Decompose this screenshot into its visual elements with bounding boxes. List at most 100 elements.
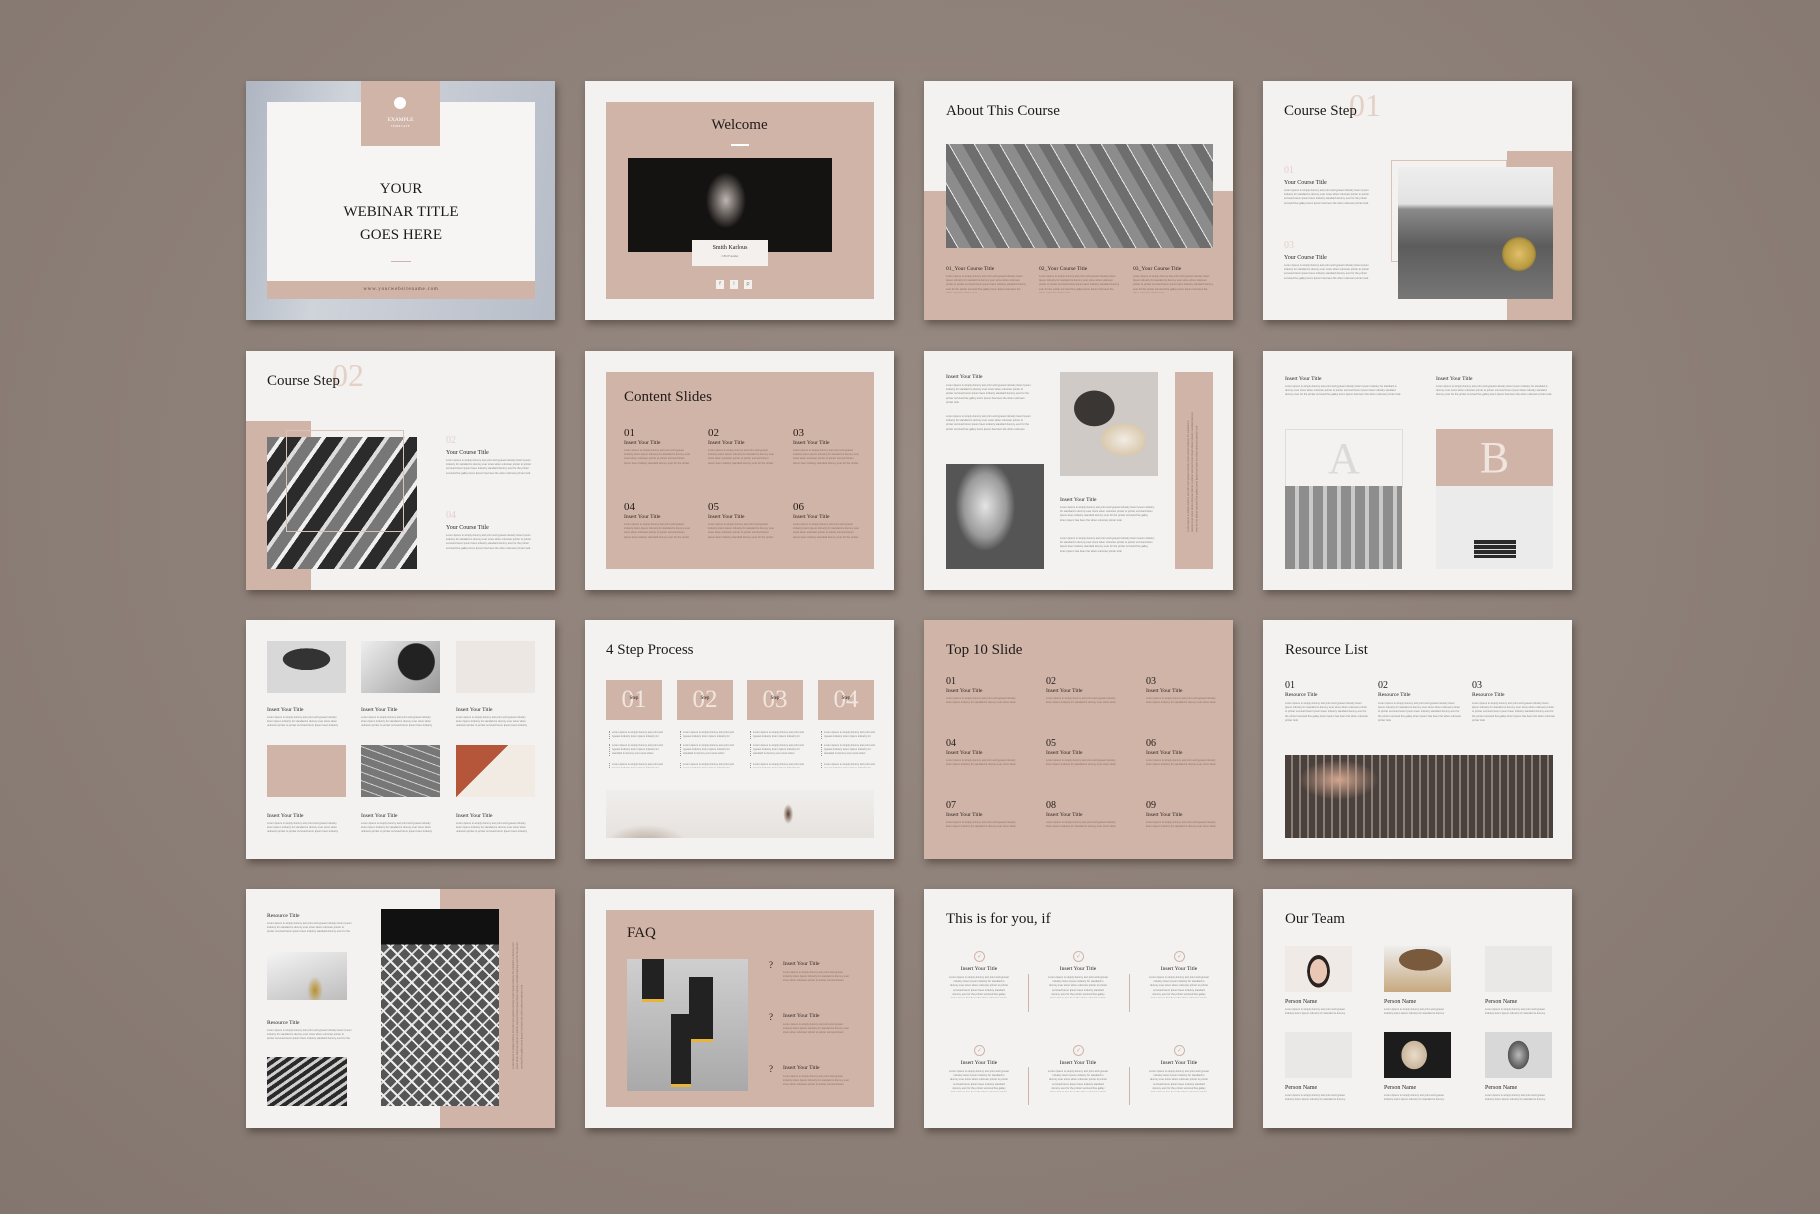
slide-about-course[interactable]: About This Course 01_Your Course Title Lo…: [924, 81, 1233, 320]
grid-item-title: Insert Your Title: [267, 707, 304, 713]
pinterest-icon[interactable]: p: [744, 280, 752, 289]
step-number: 01: [1284, 165, 1294, 176]
body-text: Lorem Ipsum is simply dummy text print a…: [793, 449, 860, 466]
check-circle-icon: ✓: [974, 1045, 985, 1056]
benefit-title: Insert Your Title: [960, 966, 998, 972]
item-title: Insert Your Title: [946, 688, 983, 694]
sea-photo: [1398, 167, 1553, 299]
bullet-item: Lorem Ipsum is simply dummy text print a…: [680, 744, 735, 756]
body-text: Lorem Ipsum is simply dummy text print a…: [446, 459, 532, 475]
item-number: 02: [708, 427, 719, 439]
curtain-photo: [1285, 486, 1402, 569]
body-text: Lorem Ipsum is simply dummy text print a…: [1146, 759, 1216, 767]
about-title: About This Course: [946, 103, 1060, 119]
slide-gallery-text[interactable]: Insert Your Title Lorem Ipsum is simply …: [924, 351, 1233, 590]
slide-this-is-for-you[interactable]: This is for you, if ✓ Insert Your Title Lo…: [924, 889, 1233, 1128]
team-title: Our Team: [1285, 911, 1345, 927]
speaker-name: Smith Karlous: [712, 245, 748, 251]
keyboard-typing-photo: [1285, 755, 1553, 838]
team-member-name: Person Name: [1485, 999, 1518, 1005]
item-title: Insert Your Title: [1046, 750, 1083, 756]
bullet-item: Lorem Ipsum is simply dummy text print a…: [609, 731, 664, 739]
check-circle-icon: ✓: [1174, 1045, 1185, 1056]
body-text: Lorem Ipsum is simply dummy text print a…: [1046, 759, 1116, 767]
item-title: Insert Your Title: [1046, 812, 1083, 818]
slide-resource-list[interactable]: Resource List 01 Resource Title Lorem Ipsu…: [1263, 620, 1572, 859]
resource-number: 01: [1285, 680, 1295, 691]
lamp: [642, 959, 664, 1002]
course-column-title: 03_Your Course Title: [1133, 266, 1182, 272]
team-member-name: Person Name: [1285, 1085, 1318, 1091]
bullet-item: Lorem Ipsum is simply dummy text print a…: [680, 731, 735, 739]
ceramic-bowls-photo: [1060, 372, 1158, 476]
team-member-name: Person Name: [1384, 1085, 1417, 1091]
item-number: 06: [1146, 738, 1156, 749]
resource-number: 02: [1378, 680, 1388, 691]
process-title: 4 Step Process: [606, 642, 694, 658]
body-text: Lorem Ipsum is simply dummy text print a…: [456, 716, 528, 729]
body-text: Lorem Ipsum is simply dummy text print a…: [267, 1029, 352, 1042]
body-text: Lorem Ipsum is simply dummy text print a…: [708, 523, 775, 540]
grid-photo: [267, 745, 346, 797]
slide-content[interactable]: Content Slides 01 Insert Your Title Lorem …: [585, 351, 894, 590]
bullet-item: Lorem Ipsum is simply dummy text print a…: [821, 763, 876, 768]
body-text: Lorem Ipsum is simply dummy text print a…: [1149, 1070, 1209, 1092]
team-member-photo: [1285, 946, 1352, 992]
body-text: Lorem Ipsum is simply dummy text print a…: [1048, 976, 1108, 998]
title-divider: [391, 261, 411, 262]
slide-course-step-1[interactable]: 01 Course Step 01 Your Course Title Lorem …: [1263, 81, 1572, 320]
item-number: 06: [793, 501, 804, 513]
body-text: Lorem Ipsum is simply dummy text print a…: [946, 384, 1031, 404]
course-column-title: 01_Your Course Title: [946, 266, 995, 272]
column-divider: [1129, 974, 1130, 1012]
slide-faq[interactable]: FAQ ? Insert Your Title Lorem Ipsum is sim…: [585, 889, 894, 1128]
slide-top-10[interactable]: Top 10 Slide 01 Insert Your Title Lorem Ip…: [924, 620, 1233, 859]
bullet-item: Lorem Ipsum is simply dummy text print a…: [821, 731, 876, 739]
lamp: [671, 1014, 691, 1087]
slide-cover[interactable]: EXAMPLE TEMPLATE YOUR WEBINAR TITLE GOES…: [246, 81, 555, 320]
slide-image-grid[interactable]: Insert Your Title Lorem Ipsum is simply d…: [246, 620, 555, 859]
slide-resource-split[interactable]: Resource Title Lorem Ipsum is simply dum…: [246, 889, 555, 1128]
item-number: 05: [1046, 738, 1056, 749]
step-item-title: Your Course Title: [1284, 255, 1327, 261]
item-title: Insert Your Title: [624, 440, 661, 446]
check-circle-icon: ✓: [1073, 951, 1084, 962]
benefit-title: Insert Your Title: [960, 1060, 998, 1066]
resource-title: Resource Title: [1472, 692, 1505, 698]
letter-b-box: B: [1436, 429, 1553, 486]
item-number: 03: [1146, 676, 1156, 687]
body-text: Lorem Ipsum is simply dummy text print a…: [267, 922, 352, 935]
body-text: Lorem Ipsum is simply dummy text print a…: [783, 1023, 850, 1036]
bullet-item: Lorem Ipsum is simply dummy text print a…: [609, 763, 664, 768]
benefit-title: Insert Your Title: [1059, 966, 1097, 972]
body-text: Lorem Ipsum is simply dummy text print a…: [1060, 506, 1155, 522]
slide-welcome[interactable]: Welcome Smith Karlous CEO Founder f i p: [585, 81, 894, 320]
photo-frame: [286, 430, 404, 532]
resource-title: Resource Title: [267, 1020, 300, 1026]
website-url[interactable]: www.yourwebsitename.com: [267, 287, 535, 292]
step-number: 02: [446, 435, 456, 446]
benefit-title: Insert Your Title: [1160, 966, 1198, 972]
team-member-photo: [1285, 1032, 1352, 1078]
step-title: Course Step: [1284, 103, 1357, 119]
benefit-title: Insert Your Title: [1059, 1060, 1097, 1066]
facebook-icon[interactable]: f: [716, 280, 724, 289]
body-text: Lorem Ipsum is simply dummy text print a…: [1133, 275, 1213, 293]
item-title: Insert Your Title: [793, 440, 830, 446]
slide-a-b[interactable]: Insert Your Title Lorem Ipsum is simply …: [1263, 351, 1572, 590]
grid-item-title: Insert Your Title: [456, 813, 493, 819]
body-text: Lorem Ipsum is simply dummy text print a…: [1384, 1008, 1445, 1016]
body-text: Lorem Ipsum is simply dummy text print a…: [946, 821, 1016, 829]
rope-bollard: [1502, 237, 1536, 271]
slide-our-team[interactable]: Our Team Person Name Lorem Ipsum is simpl…: [1263, 889, 1572, 1128]
body-text: Lorem Ipsum is simply dummy text print a…: [1485, 1008, 1546, 1016]
instagram-icon[interactable]: i: [730, 280, 738, 289]
item-title: Insert Your Title: [1146, 750, 1183, 756]
team-member-photo: [1485, 946, 1552, 992]
grid-item-title: Insert Your Title: [267, 813, 304, 819]
step-label: Step: [841, 696, 851, 701]
body-text: Lorem Ipsum is simply dummy text print a…: [1285, 1008, 1346, 1016]
slide-course-step-2[interactable]: 02 Course Step 02 Your Course Title Lorem …: [246, 351, 555, 590]
slide-4-step-process[interactable]: 4 Step Process 01 Step Lorem Ipsum is simp…: [585, 620, 894, 859]
woman-on-rock-photo: [606, 790, 874, 838]
